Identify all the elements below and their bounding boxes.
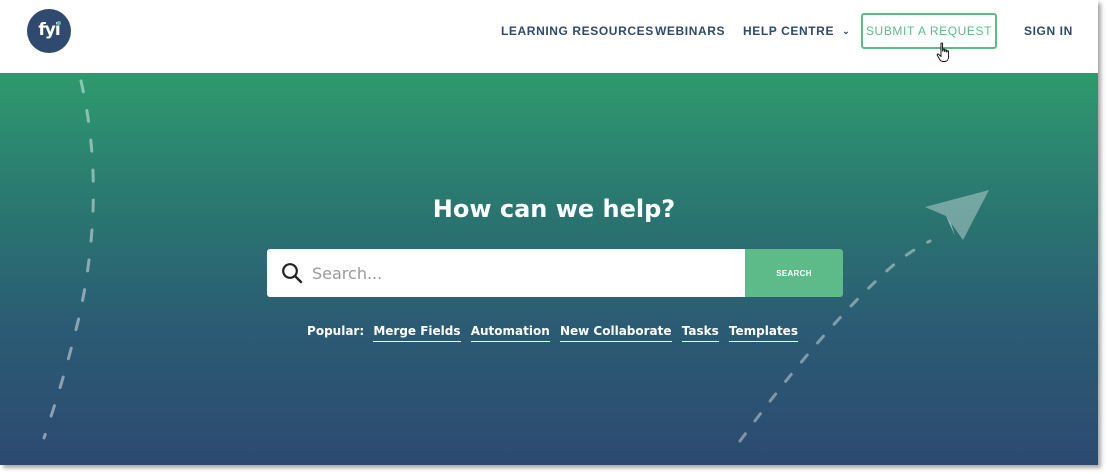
hero-title: How can we help?	[432, 195, 676, 223]
sign-in-link[interactable]: SIGN IN	[1024, 24, 1073, 40]
nav-help-centre[interactable]: HELP CENTRE ⌄	[743, 24, 850, 40]
chevron-down-icon: ⌄	[842, 26, 851, 36]
search-button[interactable]: SEARCH	[745, 249, 843, 297]
submit-request-button[interactable]: SUBMIT A REQUEST	[861, 13, 997, 49]
logo-dot-icon	[57, 21, 61, 25]
search-input[interactable]	[312, 249, 732, 297]
popular-link-tasks[interactable]: Tasks	[681, 324, 719, 342]
search-icon	[282, 263, 303, 284]
hero-section: How can we help? SEARCH Popular: Merge F…	[0, 73, 1098, 465]
popular-searches: Popular: Merge Fields Automation New Col…	[0, 324, 1098, 342]
site-header: fyi LEARNING RESOURCES WEBINARS HELP CEN…	[0, 0, 1098, 73]
popular-link-templates[interactable]: Templates	[728, 324, 798, 342]
fyi-logo[interactable]: fyi	[27, 9, 71, 53]
popular-link-automation[interactable]: Automation	[470, 324, 550, 342]
popular-link-merge-fields[interactable]: Merge Fields	[373, 324, 461, 342]
browser-frame: fyi LEARNING RESOURCES WEBINARS HELP CEN…	[0, 0, 1098, 465]
nav-webinars[interactable]: WEBINARS	[655, 24, 725, 40]
search-box	[267, 249, 745, 297]
popular-label: Popular:	[307, 324, 365, 338]
popular-link-new-collaborate[interactable]: New Collaborate	[559, 324, 672, 342]
hand-cursor-icon	[936, 42, 950, 62]
nav-help-centre-label: HELP CENTRE	[743, 24, 835, 38]
nav-learning-resources[interactable]: LEARNING RESOURCES	[501, 24, 654, 40]
